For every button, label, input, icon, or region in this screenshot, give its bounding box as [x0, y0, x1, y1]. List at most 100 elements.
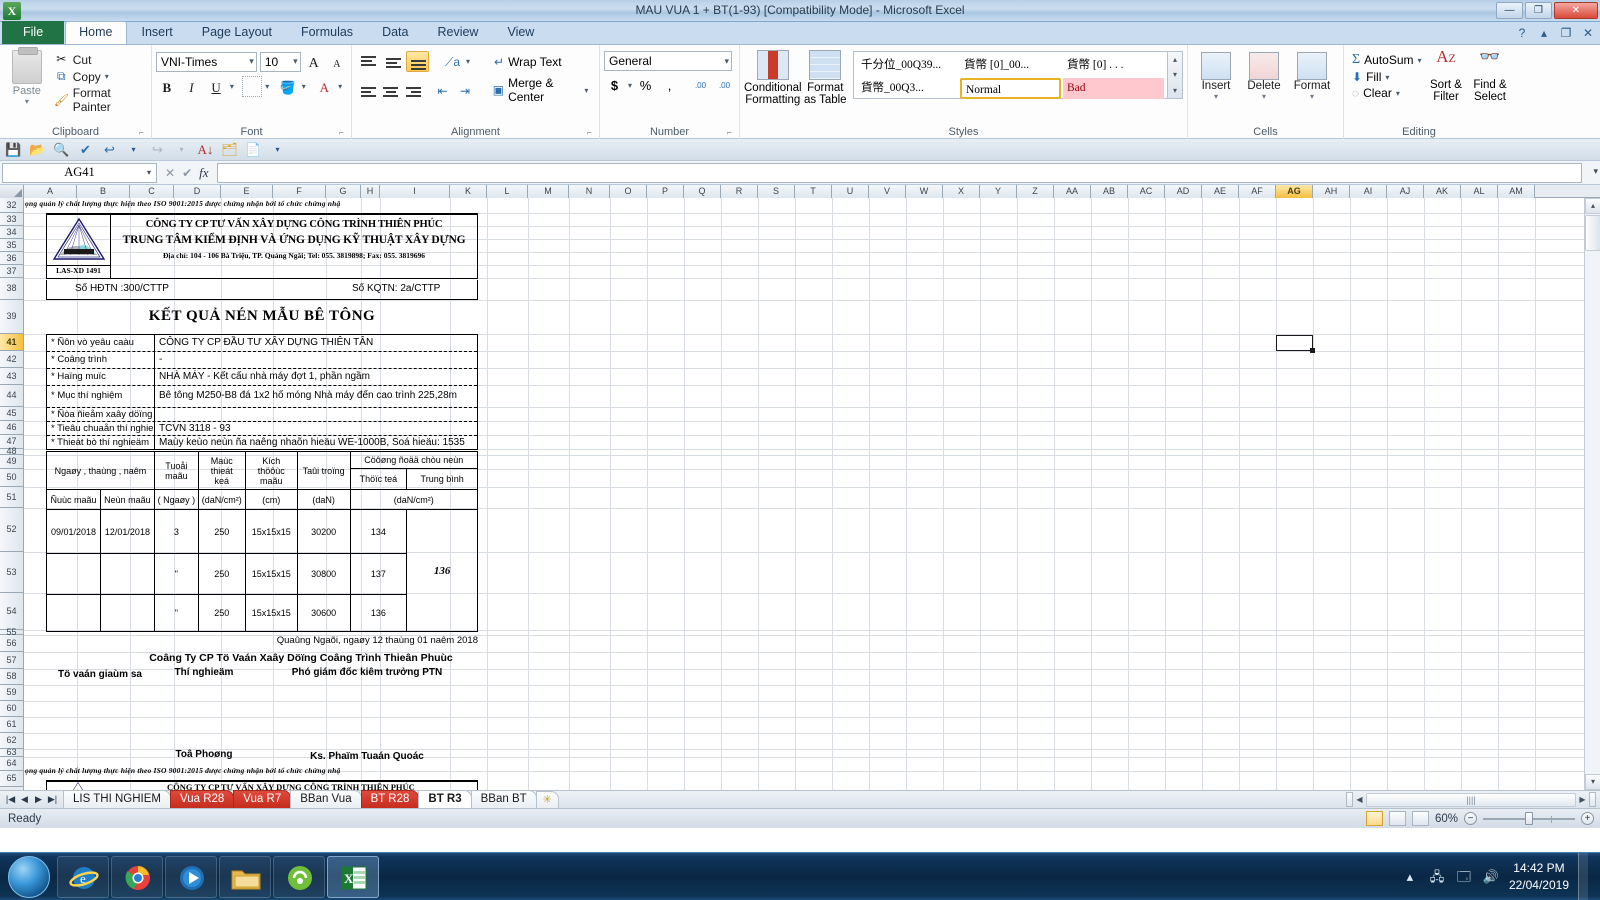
show-desktop-button[interactable] — [1578, 853, 1588, 900]
close-workbook-icon[interactable]: ✕ — [1580, 25, 1596, 41]
network-error-icon[interactable]: 🖧 — [1428, 868, 1446, 886]
row-header-60[interactable]: 60 — [0, 701, 23, 717]
font-color-button[interactable]: A — [314, 76, 336, 97]
scroll-up-icon[interactable]: ▴ — [1168, 52, 1182, 67]
column-header-K[interactable]: K — [450, 185, 487, 198]
format-as-table-button[interactable]: Format as Table — [802, 50, 849, 106]
font-size-combo[interactable]: 10 ▾ — [260, 52, 301, 72]
column-header-W[interactable]: W — [906, 185, 943, 198]
fill-color-button[interactable]: 🪣 — [277, 76, 299, 97]
new-doc-icon[interactable]: 📄 — [244, 140, 263, 159]
sheet-tab-bban-vua[interactable]: BBan Vua — [290, 790, 361, 809]
number-dialog-launcher-icon[interactable]: ⌐ — [727, 128, 736, 137]
chevron-down-icon[interactable]: ▾ — [172, 140, 191, 159]
align-top-button[interactable] — [356, 51, 379, 72]
conditional-formatting-button[interactable]: Conditional Formatting — [744, 50, 802, 106]
comma-style-button[interactable]: , — [659, 75, 680, 96]
sheet-tab-vua-r28[interactable]: Vua R28 — [170, 790, 234, 809]
row-header-49[interactable]: 49 — [0, 455, 23, 469]
align-left-button[interactable] — [356, 80, 376, 101]
row-header-59[interactable]: 59 — [0, 685, 23, 701]
horizontal-split-grip[interactable] — [1589, 792, 1596, 807]
column-header-AG[interactable]: AG — [1276, 185, 1313, 198]
font-name-combo[interactable]: VNI-Times ▾ — [156, 52, 257, 72]
column-header-N[interactable]: N — [569, 185, 610, 198]
row-header-56[interactable]: 56 — [0, 635, 23, 652]
minimize-button[interactable]: — — [1496, 2, 1523, 19]
prev-sheet-icon[interactable]: ◀ — [18, 794, 31, 805]
row-header-33[interactable]: 33 — [0, 213, 23, 226]
merge-center-button[interactable]: ▣ Merge & Center ▾ — [490, 75, 595, 105]
row-header-32[interactable]: 32 — [0, 198, 23, 213]
column-header-Q[interactable]: Q — [684, 185, 721, 198]
last-sheet-icon[interactable]: ▶| — [46, 794, 59, 805]
column-header-G[interactable]: G — [326, 185, 361, 198]
column-header-O[interactable]: O — [610, 185, 647, 198]
save-icon[interactable]: 💾 — [4, 140, 23, 159]
sheet-nav-buttons[interactable]: |◀ ◀ ▶ ▶| — [0, 794, 63, 805]
font-dialog-launcher-icon[interactable]: ⌐ — [339, 128, 348, 137]
align-bottom-button[interactable] — [406, 51, 429, 72]
align-right-button[interactable] — [401, 80, 421, 101]
insert-worksheet-button[interactable]: ✳ — [536, 791, 559, 809]
sheet-tab-vua-r7[interactable]: Vua R7 — [233, 790, 291, 809]
row-header-61[interactable]: 61 — [0, 717, 23, 733]
row-header-34[interactable]: 34 — [0, 226, 23, 239]
column-header-AB[interactable]: AB — [1091, 185, 1128, 198]
show-hidden-icons-icon[interactable]: ▴ — [1401, 868, 1419, 886]
row-header-35[interactable]: 35 — [0, 239, 23, 252]
clear-button[interactable]: ◌ Clear ▾ — [1348, 85, 1426, 101]
sort-az-icon[interactable]: A↓ — [196, 140, 215, 159]
row-header-53[interactable]: 53 — [0, 552, 23, 593]
action-center-icon[interactable]: 🗔 — [1455, 868, 1473, 886]
zoom-in-button[interactable]: + — [1581, 812, 1594, 825]
row-header-45[interactable]: 45 — [0, 407, 23, 421]
italic-button[interactable]: I — [181, 76, 203, 97]
style-item-1[interactable]: 貨幣 [0]_00... — [960, 55, 1061, 76]
row-header-42[interactable]: 42 — [0, 351, 23, 368]
formula-input[interactable] — [217, 163, 1582, 183]
align-center-button[interactable] — [378, 80, 398, 101]
volume-icon[interactable]: 🔊 — [1482, 868, 1500, 886]
align-middle-button[interactable] — [381, 51, 404, 72]
zoom-slider-knob[interactable] — [1525, 812, 1533, 825]
fill-button[interactable]: ⬇ Fill ▾ — [1348, 69, 1426, 85]
maximize-button[interactable]: ❐ — [1525, 2, 1552, 19]
chevron-down-icon[interactable]: ▾ — [287, 56, 298, 67]
row-header-54[interactable]: 54 — [0, 593, 23, 630]
decrease-indent-button[interactable]: ⇤ — [432, 80, 452, 101]
tab-split-grip[interactable] — [1346, 792, 1353, 807]
insert-cells-button[interactable]: Insert ▾ — [1192, 52, 1240, 119]
chevron-down-icon[interactable]: ▾ — [124, 140, 143, 159]
chevron-down-icon[interactable]: ▾ — [718, 56, 729, 67]
sheet-surface[interactable]: ọng quản lý chất lượng thực hiện theo IS… — [24, 198, 1600, 790]
chevron-down-icon[interactable]: ▾ — [265, 82, 274, 91]
column-header-D[interactable]: D — [174, 185, 221, 198]
chevron-down-icon[interactable]: ▾ — [105, 72, 114, 81]
style-item-normal[interactable]: Normal — [960, 78, 1061, 99]
tab-formulas[interactable]: Formulas — [287, 21, 367, 44]
name-box[interactable]: AG41 ▾ — [2, 163, 157, 183]
clipboard-dialog-launcher-icon[interactable]: ⌐ — [139, 128, 148, 137]
insert-function-icon[interactable]: fx — [199, 165, 208, 181]
bold-button[interactable]: B — [156, 76, 178, 97]
taskbar-media-player[interactable] — [165, 856, 217, 898]
row-header-63[interactable]: 63 — [0, 749, 23, 757]
underline-button[interactable]: U — [205, 76, 227, 97]
redo-icon[interactable]: ↪ — [148, 140, 167, 159]
column-header-Y[interactable]: Y — [980, 185, 1017, 198]
column-header-AI[interactable]: AI — [1350, 185, 1387, 198]
column-header-AM[interactable]: AM — [1498, 185, 1535, 198]
scroll-right-button[interactable]: ▶ — [1576, 793, 1589, 807]
column-header-C[interactable]: C — [130, 185, 174, 198]
restore-window-icon[interactable]: ❐ — [1558, 25, 1574, 41]
cell-styles-gallery[interactable]: 千分位_00Q39... 貨幣 [0]_00... 貨幣 [0] . . . 貨… — [853, 51, 1168, 99]
scroll-down-icon[interactable]: ▾ — [1168, 67, 1182, 82]
orientation-button[interactable]: ⟋a — [441, 51, 464, 72]
percent-style-button[interactable]: % — [635, 75, 656, 96]
chevron-down-icon[interactable]: ▾ — [1418, 56, 1422, 65]
active-cell-ag41[interactable] — [1276, 335, 1313, 351]
chevron-down-icon[interactable]: ▾ — [1396, 89, 1405, 98]
number-format-combo[interactable]: General ▾ — [604, 51, 732, 71]
confirm-edit-icon[interactable]: ✔ — [182, 166, 192, 180]
